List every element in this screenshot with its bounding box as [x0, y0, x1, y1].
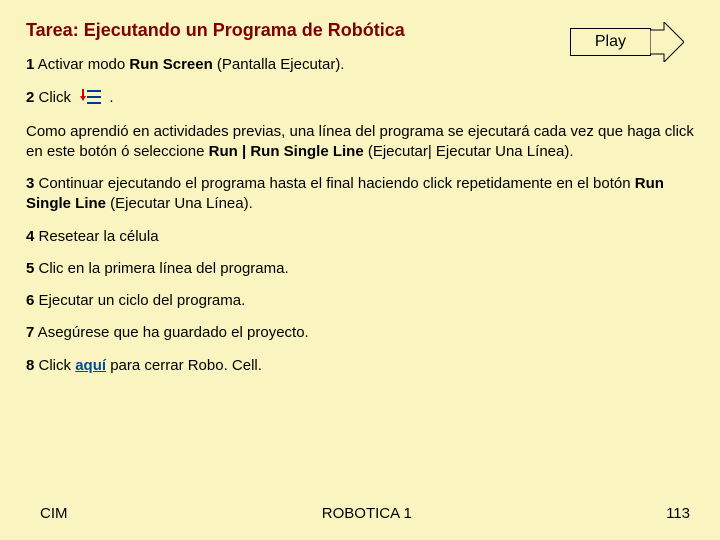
- paragraph-explain: Como aprendió en actividades previas, un…: [26, 122, 694, 163]
- slide: Tarea: Ejecutando un Programa de Robótic…: [0, 0, 720, 540]
- step-text: Resetear la célula: [34, 228, 158, 245]
- step-2: 2 Click .: [26, 87, 694, 109]
- close-robocell-link[interactable]: aquí: [75, 357, 106, 374]
- play-button-container: Play: [570, 22, 684, 62]
- step-5: 5 Clic en la primera línea del programa.: [26, 259, 694, 279]
- step-bold: Run Screen: [129, 56, 212, 73]
- step-text: para cerrar Robo. Cell.: [106, 357, 262, 374]
- footer: CIM ROBOTICA 1 113: [0, 505, 720, 522]
- footer-center: ROBOTICA 1: [68, 505, 667, 522]
- step-7: 7 Asegúrese que ha guardado el proyecto.: [26, 323, 694, 343]
- play-button[interactable]: Play: [570, 28, 651, 56]
- step-text: Ejecutar un ciclo del programa.: [34, 292, 245, 309]
- step-4: 4 Resetear la célula: [26, 227, 694, 247]
- step-text: (Ejecutar| Ejecutar Una Línea).: [364, 143, 574, 160]
- step-text: Asegúrese que ha guardado el proyecto.: [34, 324, 308, 341]
- step-6: 6 Ejecutar un ciclo del programa.: [26, 291, 694, 311]
- step-text: Activar modo: [34, 56, 129, 73]
- step-text: (Pantalla Ejecutar).: [213, 56, 345, 73]
- footer-left: CIM: [40, 505, 68, 522]
- step-text: Clic en la primera línea del programa.: [34, 260, 288, 277]
- step-text: Click: [34, 89, 75, 106]
- footer-page-number: 113: [666, 505, 690, 522]
- step-text: .: [109, 89, 113, 106]
- step-8: 8 Click aquí para cerrar Robo. Cell.: [26, 356, 694, 376]
- step-text: Click: [34, 357, 75, 374]
- step-3: 3 Continuar ejecutando el programa hasta…: [26, 174, 694, 215]
- step-text: Continuar ejecutando el programa hasta e…: [34, 175, 634, 192]
- arrow-right-icon: [650, 22, 684, 62]
- step-bold: Run | Run Single Line: [209, 143, 364, 160]
- run-single-line-icon[interactable]: [79, 87, 103, 113]
- step-text: (Ejecutar Una Línea).: [106, 195, 253, 212]
